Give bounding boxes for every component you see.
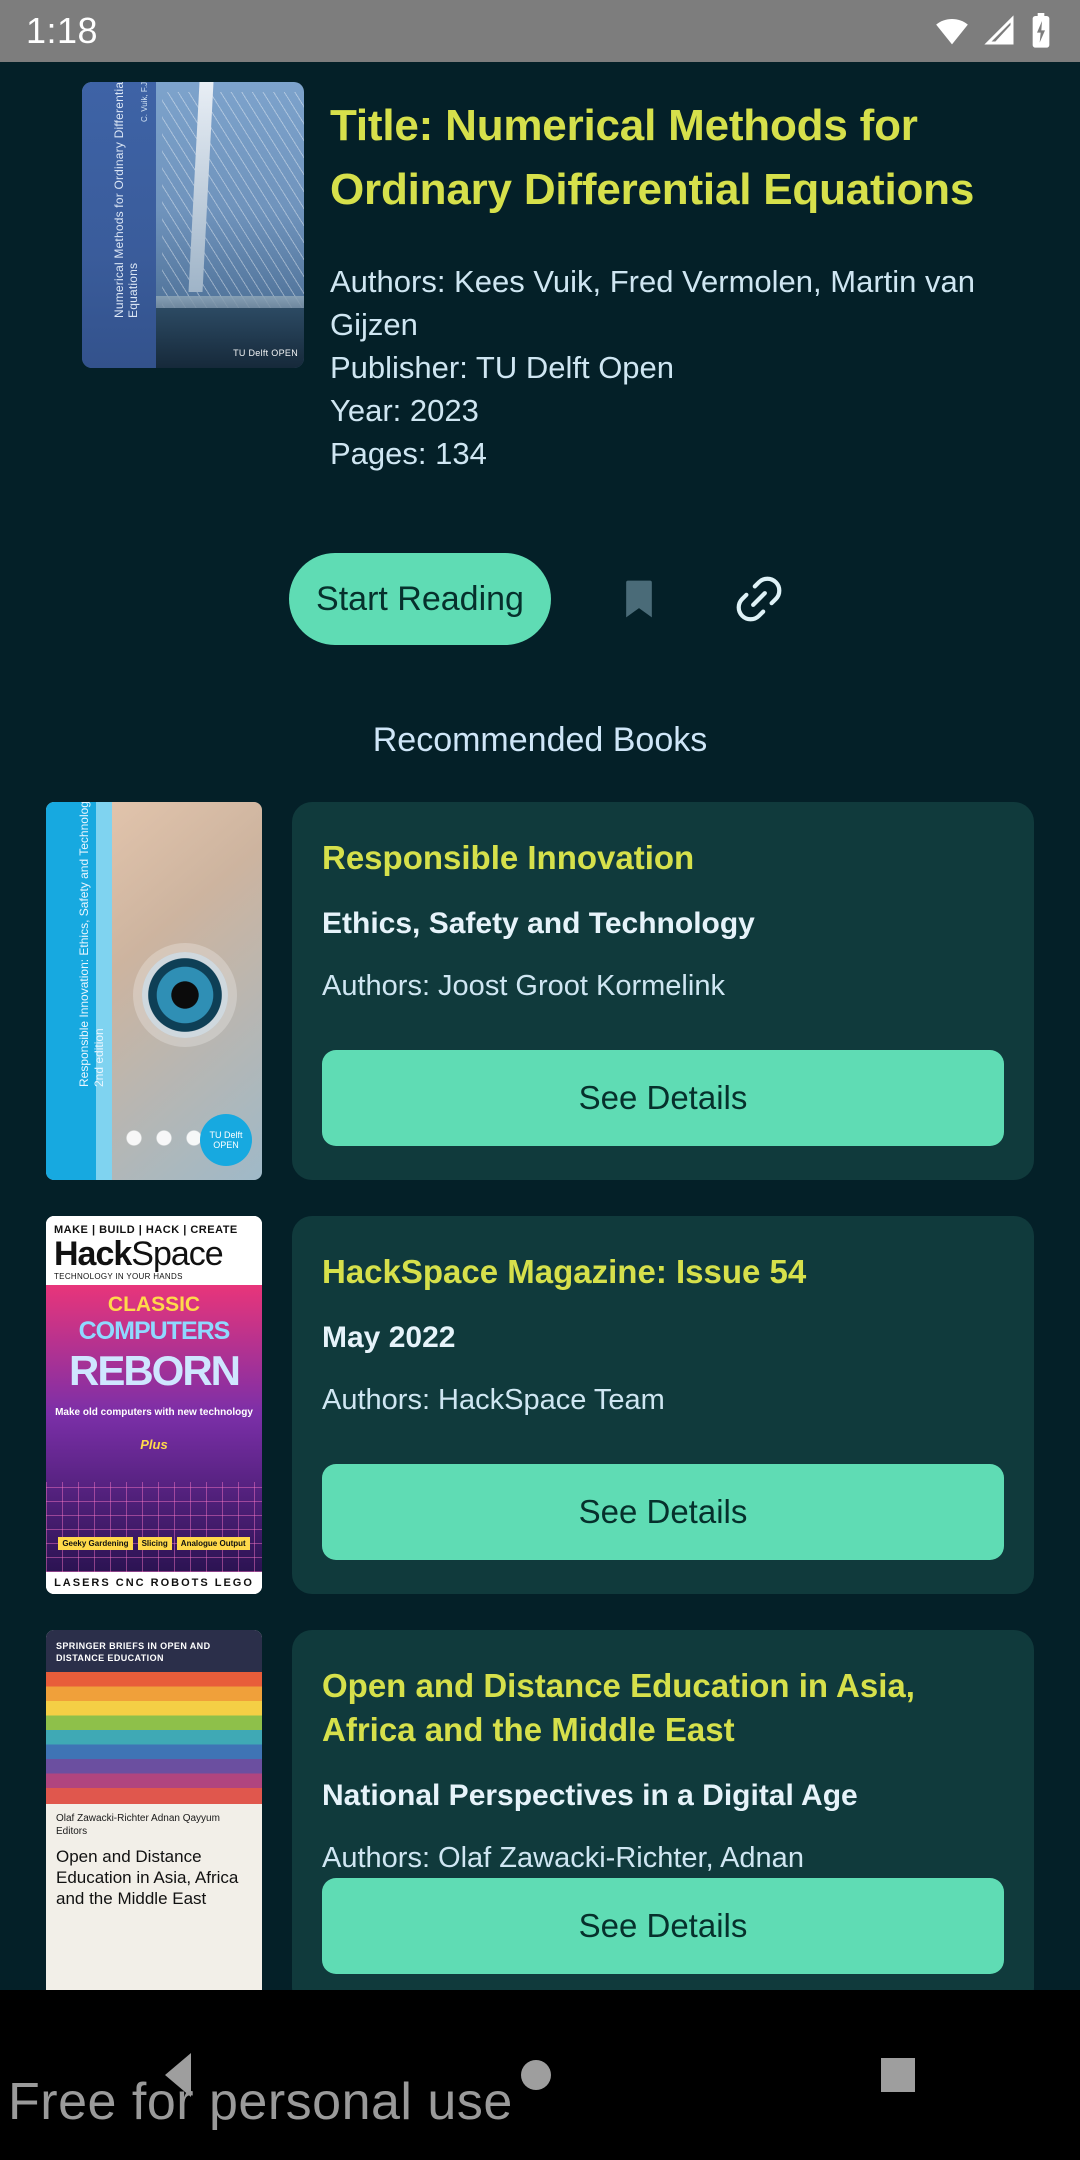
recommended-title: HackSpace Magazine: Issue 54 bbox=[322, 1253, 807, 1290]
status-time: 1:18 bbox=[26, 10, 99, 51]
cover-logo-bold: Hack bbox=[54, 1235, 132, 1273]
list-item[interactable]: SPRINGER BRIEFS IN OPEN AND DISTANCE EDU… bbox=[46, 1630, 1034, 2008]
start-reading-button[interactable]: Start Reading bbox=[289, 553, 551, 645]
link-icon bbox=[736, 576, 782, 622]
cover-stripes-graphic bbox=[46, 1672, 262, 1804]
cover-publisher-badge: TU Delft OPEN bbox=[200, 1114, 252, 1166]
recommended-subtitle: Ethics, Safety and Technology bbox=[322, 907, 755, 940]
cover-eye-graphic bbox=[142, 952, 228, 1038]
recommended-cover-image: Responsible Innovation: Ethics, Safety a… bbox=[46, 802, 262, 1180]
android-navigation-bar bbox=[0, 1990, 1080, 2160]
bookmark-button[interactable] bbox=[607, 567, 671, 631]
book-metadata: Authors: Kees Vuik, Fred Vermolen, Marti… bbox=[330, 260, 1054, 475]
cover-spine-authors: C. Vuik, F.J. Vermolen, M.E. van Gijzen … bbox=[140, 82, 149, 122]
recommended-subtitle: May 2022 bbox=[322, 1321, 456, 1354]
cover-spine-title: Responsible Innovation: Ethics, Safety a… bbox=[77, 802, 106, 1087]
wifi-icon bbox=[936, 19, 968, 45]
cover-headline-3: REBORN bbox=[68, 1347, 241, 1394]
recommended-cover-image: SPRINGER BRIEFS IN OPEN AND DISTANCE EDU… bbox=[46, 1630, 262, 2008]
app-content: Numerical Methods for Ordinary Different… bbox=[0, 62, 1080, 2160]
book-cover-image: Numerical Methods for Ordinary Different… bbox=[82, 82, 304, 368]
cover-water bbox=[156, 308, 304, 368]
bookmark-icon bbox=[626, 580, 652, 618]
recommended-card: Responsible Innovation Ethics, Safety an… bbox=[292, 802, 1034, 1180]
see-details-button[interactable]: See Details bbox=[322, 1464, 1004, 1560]
cover-logo-light: Space bbox=[131, 1235, 223, 1273]
book-publisher: Publisher: TU Delft Open bbox=[330, 350, 675, 385]
cover-series-label: SPRINGER BRIEFS IN OPEN AND DISTANCE EDU… bbox=[46, 1630, 262, 1672]
recommended-books-list: Responsible Innovation: Ethics, Safety a… bbox=[0, 802, 1080, 2008]
cover-plus-label: Plus bbox=[140, 1437, 168, 1452]
recommended-card: HackSpace Magazine: Issue 54 May 2022 Au… bbox=[292, 1216, 1034, 1594]
cellular-signal-icon bbox=[984, 15, 1014, 45]
status-bar: 1:18 bbox=[0, 0, 1080, 62]
action-row: Start Reading bbox=[0, 553, 1080, 645]
cover-footer: LASERS CNC ROBOTS LEGO bbox=[46, 1572, 262, 1594]
cover-spine-title: Numerical Methods for Ordinary Different… bbox=[112, 82, 140, 318]
back-nav-icon[interactable] bbox=[165, 2053, 191, 2097]
recommended-title: Open and Distance Education in Asia, Afr… bbox=[322, 1667, 915, 1748]
recommended-cover-image: MAKE | BUILD | HACK | CREATE HackSpace T… bbox=[46, 1216, 262, 1594]
cover-chip-row: Geeky Gardening Slicing Analogue Output bbox=[52, 1537, 256, 1550]
cover-springer: SPRINGER BRIEFS IN OPEN AND DISTANCE EDU… bbox=[46, 1630, 262, 2008]
list-item[interactable]: MAKE | BUILD | HACK | CREATE HackSpace T… bbox=[46, 1216, 1034, 1594]
book-detail-header: Numerical Methods for Ordinary Different… bbox=[0, 62, 1080, 475]
share-link-button[interactable] bbox=[727, 567, 791, 631]
recommended-card: Open and Distance Education in Asia, Afr… bbox=[292, 1630, 1034, 2008]
book-pages: Pages: 134 bbox=[330, 436, 487, 471]
cover-headline-2: COMPUTERS bbox=[78, 1317, 231, 1345]
list-item[interactable]: Responsible Innovation: Ethics, Safety a… bbox=[46, 802, 1034, 1180]
page-title: Title: Numerical Methods for Ordinary Di… bbox=[330, 101, 975, 214]
book-info: Title: Numerical Methods for Ordinary Di… bbox=[330, 82, 1054, 475]
recommended-authors: Authors: Olaf Zawacki-Richter, Adnan bbox=[322, 1842, 804, 1874]
cover-masthead: MAKE | BUILD | HACK | CREATE HackSpace T… bbox=[46, 1216, 262, 1285]
cover-publisher-logo: TU Delft OPEN bbox=[233, 348, 298, 358]
book-authors: Authors: Kees Vuik, Fred Vermolen, Marti… bbox=[330, 264, 975, 342]
cover-logo: HackSpace bbox=[54, 1236, 254, 1272]
recents-nav-icon[interactable] bbox=[881, 2058, 915, 2092]
recommended-authors: Authors: Joost Groot Kormelink bbox=[322, 970, 725, 1002]
cover-hackspace: MAKE | BUILD | HACK | CREATE HackSpace T… bbox=[46, 1216, 262, 1594]
status-icon-group bbox=[932, 11, 1054, 51]
cover-editors: Olaf Zawacki-Richter Adnan Qayyum Editor… bbox=[56, 1813, 220, 1837]
cover-subhead: Make old computers with new technology bbox=[55, 1407, 253, 1418]
home-nav-icon[interactable] bbox=[521, 2060, 551, 2090]
cover-chip: Geeky Gardening bbox=[58, 1537, 133, 1550]
cover-title-text: Open and Distance Education in Asia, Afr… bbox=[56, 1847, 239, 1908]
see-details-button[interactable]: See Details bbox=[322, 1050, 1004, 1146]
cover-headline-1: CLASSIC bbox=[107, 1293, 201, 1316]
cover-chip: Slicing bbox=[137, 1537, 172, 1550]
recommended-heading: Recommended Books bbox=[372, 721, 708, 759]
cover-grid-graphic bbox=[46, 1482, 262, 1572]
cover-tagline: TECHNOLOGY IN YOUR HANDS bbox=[54, 1272, 183, 1281]
cover-cable-lines bbox=[162, 92, 304, 322]
recommended-authors: Authors: HackSpace Team bbox=[322, 1384, 665, 1416]
book-year: Year: 2023 bbox=[330, 393, 479, 428]
cover-artwork: CLASSIC COMPUTERS REBORN Make old comput… bbox=[46, 1285, 262, 1572]
recommended-title: Responsible Innovation bbox=[322, 839, 695, 876]
battery-charging-icon bbox=[1032, 13, 1050, 48]
recommended-subtitle: National Perspectives in a Digital Age bbox=[322, 1779, 858, 1812]
cover-chip: Analogue Output bbox=[176, 1537, 250, 1550]
see-details-button[interactable]: See Details bbox=[322, 1878, 1004, 1974]
